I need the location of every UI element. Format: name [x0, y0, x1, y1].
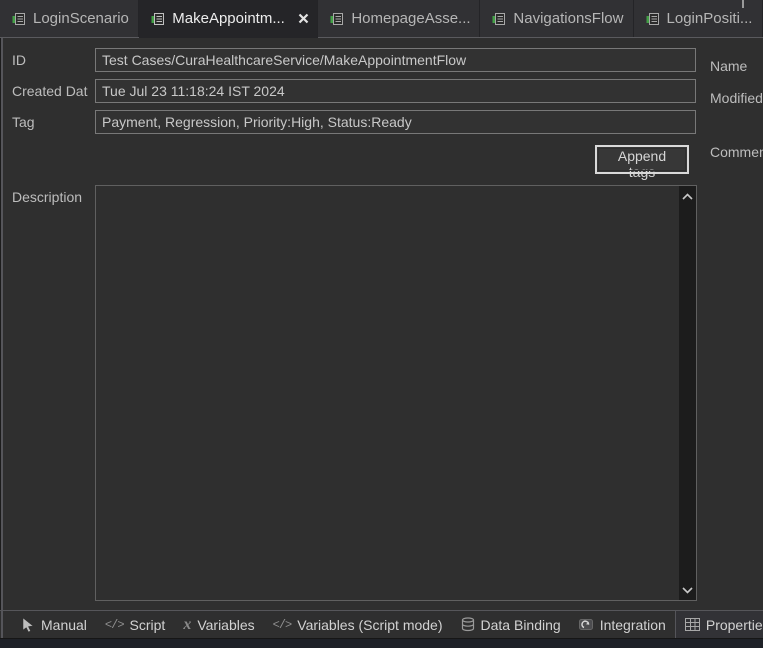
- editor-tab-label: LoginPositi...: [666, 10, 753, 27]
- test-case-icon: [12, 12, 26, 26]
- tab-overflow-indicator: [742, 0, 744, 8]
- tab-integration[interactable]: Integration: [570, 611, 675, 638]
- variable-icon: x: [183, 615, 192, 633]
- tab-label: Script: [129, 616, 166, 633]
- editor-tab-label: LoginScenario: [33, 10, 129, 27]
- tab-variables[interactable]: x Variables: [174, 611, 263, 638]
- editor-tab-label: HomepageAsse...: [351, 10, 471, 27]
- properties-panel: ID Created Dat Tag Append tags Name Modi…: [0, 38, 763, 610]
- editor-tab-homepageassertion[interactable]: HomepageAsse...: [318, 0, 481, 37]
- description-scrollbar[interactable]: [679, 186, 696, 600]
- tab-label: Properties: [705, 616, 763, 633]
- scroll-down-icon[interactable]: [679, 582, 696, 598]
- editor-tab-navigationsflow[interactable]: NavigationsFlow: [480, 0, 634, 37]
- cursor-icon: [21, 617, 35, 632]
- scroll-up-icon[interactable]: [679, 188, 696, 204]
- tab-manual[interactable]: Manual: [12, 611, 96, 638]
- description-label: Description: [12, 189, 83, 205]
- tab-label: Variables (Script mode): [297, 616, 443, 633]
- editor-tab-label: NavigationsFlow: [513, 10, 624, 27]
- id-field[interactable]: [95, 48, 696, 72]
- katalon-editor-window: LoginScenario MakeAppointm... HomepageAs…: [0, 0, 763, 648]
- tab-script[interactable]: </> Script: [96, 611, 174, 638]
- append-tags-button[interactable]: Append tags: [595, 145, 689, 180]
- editor-tab-label: MakeAppointm...: [172, 10, 285, 27]
- id-label: ID: [12, 52, 26, 68]
- name-label: Name: [710, 58, 748, 74]
- database-icon: [461, 617, 475, 632]
- modified-label: Modified: [710, 90, 763, 106]
- integration-icon: [578, 618, 594, 631]
- code-icon: </>: [104, 617, 125, 632]
- editor-tab-loginscenario[interactable]: LoginScenario: [0, 0, 140, 37]
- comment-label: Comment: [710, 144, 763, 160]
- tag-label: Tag: [12, 114, 35, 130]
- tab-data-binding[interactable]: Data Binding: [452, 611, 570, 638]
- view-tab-bar: Manual </> Script x Variables </> Variab…: [0, 610, 763, 639]
- table-icon: [684, 618, 700, 631]
- description-box: [95, 185, 697, 601]
- editor-tab-bar: LoginScenario MakeAppointm... HomepageAs…: [0, 0, 763, 38]
- tab-label: Data Binding: [480, 616, 561, 633]
- tab-label: Variables: [197, 616, 255, 633]
- tag-field[interactable]: [95, 110, 696, 134]
- window-bottom-strip: [0, 639, 763, 648]
- tab-variables-script-mode[interactable]: </> Variables (Script mode): [264, 611, 452, 638]
- tab-properties[interactable]: Properties: [674, 611, 763, 638]
- test-case-icon: [151, 12, 165, 26]
- tab-label: Manual: [41, 616, 87, 633]
- test-case-icon: [330, 12, 344, 26]
- test-case-icon: [646, 12, 660, 26]
- created-date-label: Created Dat: [12, 83, 88, 99]
- code-icon: </>: [272, 617, 293, 632]
- panel-sash[interactable]: [1, 38, 3, 610]
- close-icon[interactable]: [298, 13, 309, 24]
- created-date-field[interactable]: [95, 79, 696, 103]
- test-case-icon: [492, 12, 506, 26]
- tab-label: Integration: [599, 616, 666, 633]
- description-field[interactable]: [96, 186, 679, 600]
- bar-edge-line: [1, 611, 3, 638]
- editor-tab-makeappointmentflow[interactable]: MakeAppointm...: [139, 0, 319, 38]
